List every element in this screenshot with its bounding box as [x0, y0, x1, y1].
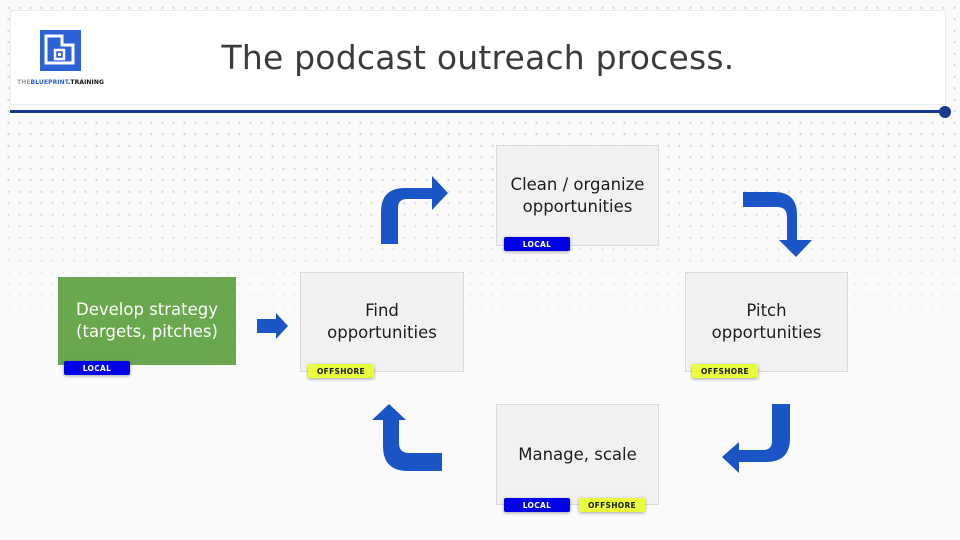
arrow-right-icon: [257, 313, 288, 339]
flow-arrows: [257, 176, 812, 473]
arrow-turn-left-up-icon: [372, 404, 442, 471]
arrow-turn-right-down-icon: [743, 192, 812, 257]
arrow-turn-down-left-icon: [722, 404, 790, 473]
arrow-turn-up-right-icon: [381, 176, 448, 244]
